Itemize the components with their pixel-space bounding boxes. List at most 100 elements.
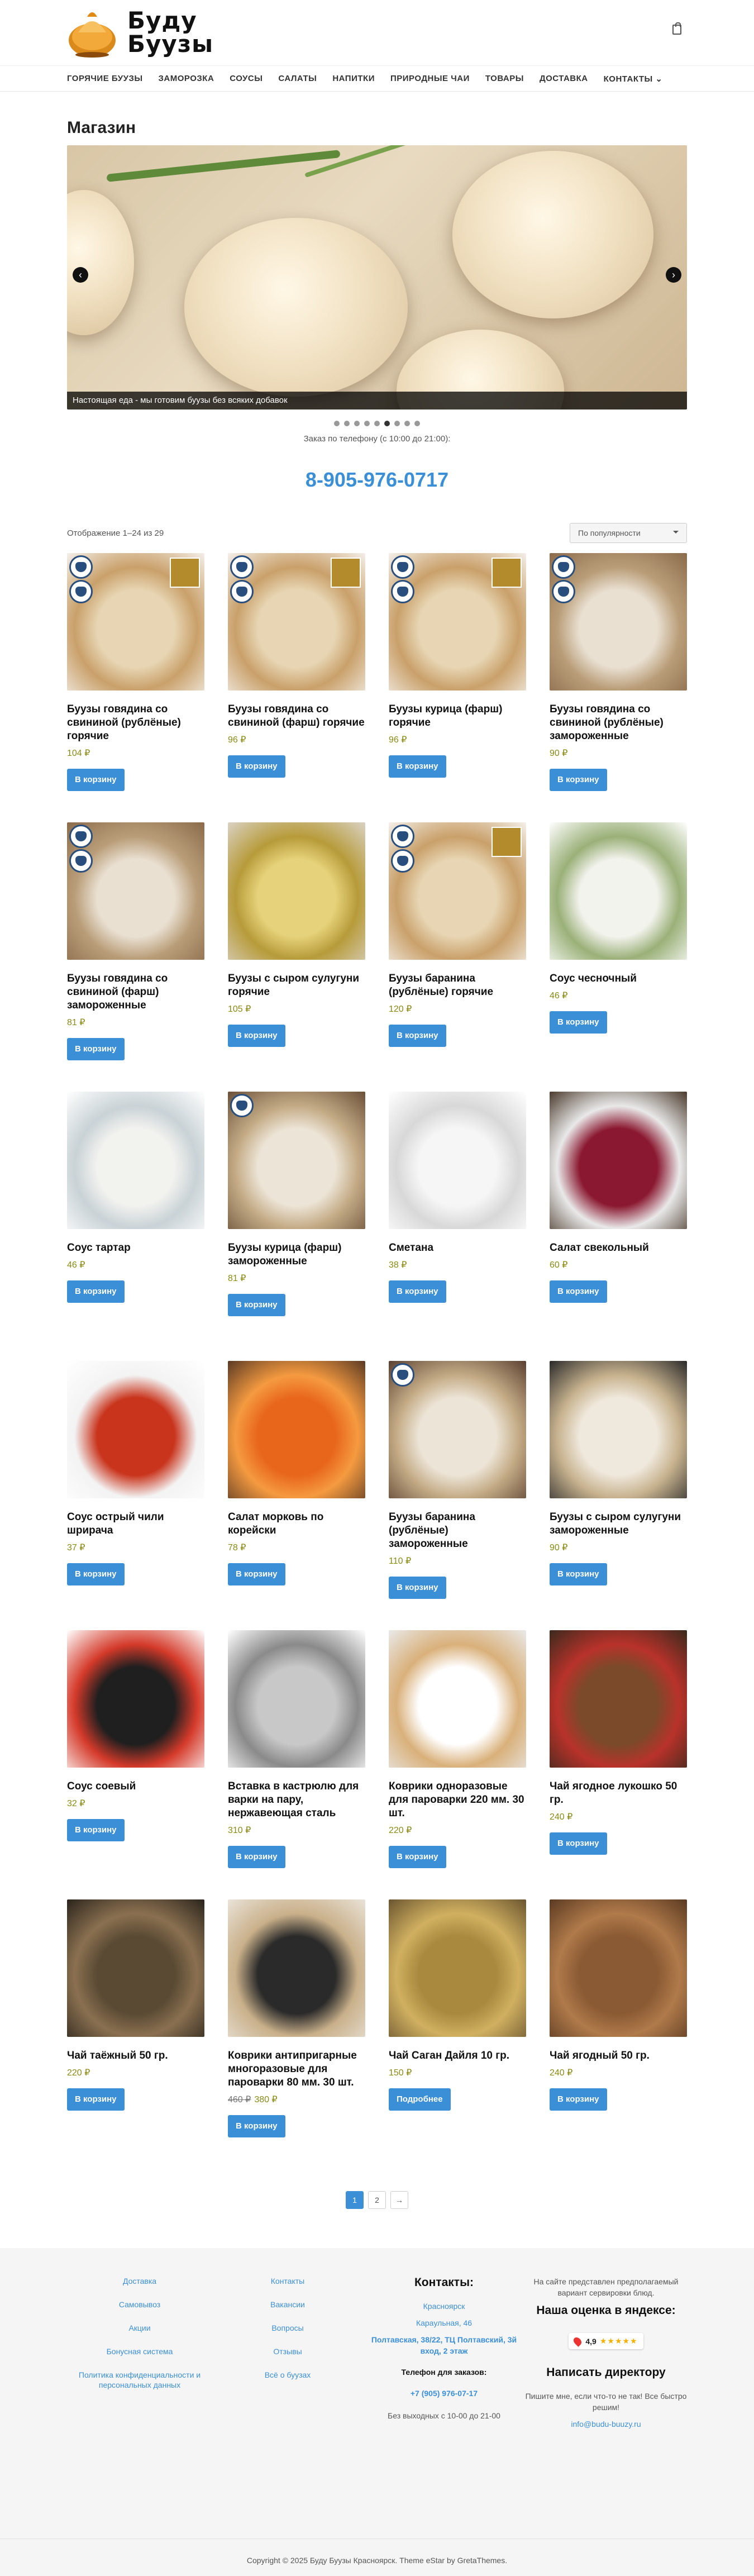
product-image[interactable] (67, 1899, 204, 2037)
footer-link[interactable]: Вопросы (212, 2323, 363, 2333)
product-name[interactable]: Коврики антипригарные многоразовые для п… (228, 2049, 365, 2089)
product-image[interactable] (67, 1361, 204, 1498)
nav-item-frozen[interactable]: ЗАМОРОЗКА (159, 74, 214, 83)
product-image[interactable] (67, 1630, 204, 1768)
product-name[interactable]: Буузы говядина со свининой (рублёные) го… (67, 703, 204, 743)
nav-item-sauces[interactable]: СОУСЫ (230, 74, 263, 83)
add-to-cart-button[interactable]: В корзину (550, 1011, 607, 1034)
add-to-cart-button[interactable]: Подробнее (389, 2088, 451, 2111)
product-name[interactable]: Соус соевый (67, 1780, 204, 1793)
slider-dot[interactable] (404, 421, 410, 426)
add-to-cart-button[interactable]: В корзину (67, 1038, 125, 1060)
page-next[interactable]: → (390, 2191, 408, 2209)
product-image[interactable] (550, 1899, 687, 2037)
product-name[interactable]: Чай таёжный 50 гр. (67, 2049, 204, 2063)
product-image[interactable] (389, 1361, 526, 1498)
add-to-cart-button[interactable]: В корзину (389, 1025, 446, 1047)
add-to-cart-button[interactable]: В корзину (389, 1846, 446, 1868)
product-image[interactable] (228, 1361, 365, 1498)
slider-dot[interactable] (414, 421, 420, 426)
add-to-cart-button[interactable]: В корзину (550, 1563, 607, 1585)
add-to-cart-button[interactable]: В корзину (389, 755, 446, 778)
add-to-cart-button[interactable]: В корзину (228, 1846, 285, 1868)
slider-dot[interactable] (344, 421, 350, 426)
nav-item-contacts[interactable]: КОНТАКТЫ ⌄ (604, 74, 663, 84)
add-to-cart-button[interactable]: В корзину (228, 755, 285, 778)
add-to-cart-button[interactable]: В корзину (67, 769, 125, 791)
product-name[interactable]: Соус тартар (67, 1241, 204, 1255)
product-image[interactable] (228, 822, 365, 960)
product-name[interactable]: Соус чесночный (550, 972, 687, 985)
product-image[interactable] (228, 553, 365, 691)
nav-item-hot-buuzy[interactable]: ГОРЯЧИЕ БУУЗЫ (67, 74, 143, 83)
add-to-cart-button[interactable]: В корзину (550, 1832, 607, 1855)
order-phone[interactable]: 8-905-976-0717 (67, 468, 687, 492)
add-to-cart-button[interactable]: В корзину (67, 1819, 125, 1841)
footer-link[interactable]: Бонусная система (67, 2346, 212, 2356)
product-image[interactable] (550, 822, 687, 960)
add-to-cart-button[interactable]: В корзину (550, 769, 607, 791)
footer-link[interactable]: Вакансии (212, 2299, 363, 2310)
slider-next-arrow-icon[interactable]: › (666, 267, 681, 283)
product-name[interactable]: Буузы с сыром сулугуни горячие (228, 972, 365, 999)
add-to-cart-button[interactable]: В корзину (389, 1280, 446, 1303)
slider-dot[interactable] (374, 421, 380, 426)
product-image[interactable] (67, 822, 204, 960)
hero-slider[interactable]: ‹ › Настоящая еда - мы готовим буузы без… (67, 145, 687, 410)
footer-link[interactable]: Отзывы (212, 2346, 363, 2356)
nav-item-delivery[interactable]: ДОСТАВКА (540, 74, 588, 83)
site-logo[interactable]: Буду Буузы (67, 6, 213, 59)
footer-link[interactable]: Доставка (67, 2276, 212, 2286)
slider-dot[interactable] (364, 421, 370, 426)
slider-prev-arrow-icon[interactable]: ‹ (73, 267, 88, 283)
product-name[interactable]: Чай Саган Дайля 10 гр. (389, 2049, 526, 2063)
slider-dot[interactable] (334, 421, 340, 426)
product-name[interactable]: Буузы с сыром сулугуни замороженные (550, 1511, 687, 1537)
add-to-cart-button[interactable]: В корзину (228, 1294, 285, 1316)
add-to-cart-button[interactable]: В корзину (550, 2088, 607, 2111)
product-image[interactable] (389, 1899, 526, 2037)
contacts-address[interactable]: Карaульная, 46 (363, 2317, 525, 2329)
product-image[interactable] (228, 1630, 365, 1768)
contacts-city[interactable]: Красноярск (363, 2301, 525, 2312)
product-name[interactable]: Буузы говядина со свининой (рублёные) за… (550, 703, 687, 743)
add-to-cart-button[interactable]: В корзину (67, 2088, 125, 2111)
add-to-cart-button[interactable]: В корзину (228, 1563, 285, 1585)
slider-dot[interactable] (394, 421, 400, 426)
product-name[interactable]: Салат свекольный (550, 1241, 687, 1255)
product-name[interactable]: Вставка в кастрюлю для варки на пару, не… (228, 1780, 365, 1820)
product-image[interactable] (389, 822, 526, 960)
footer-link[interactable]: Самовывоз (67, 2299, 212, 2310)
add-to-cart-button[interactable]: В корзину (228, 1025, 285, 1047)
product-name[interactable]: Коврики одноразовые для пароварки 220 мм… (389, 1780, 526, 1820)
add-to-cart-button[interactable]: В корзину (67, 1280, 125, 1303)
product-name[interactable]: Буузы баранина (рублёные) замороженные (389, 1511, 526, 1551)
yandex-rating-widget[interactable]: 4,9 ★★★★★ (569, 2333, 643, 2349)
product-image[interactable] (550, 1361, 687, 1498)
footer-link[interactable]: Политика конфиденциальности и персональн… (67, 2370, 212, 2390)
product-image[interactable] (67, 1092, 204, 1229)
footer-link[interactable]: Акции (67, 2323, 212, 2333)
product-image[interactable] (550, 1092, 687, 1229)
product-image[interactable] (228, 1092, 365, 1229)
product-name[interactable]: Салат морковь по корейски (228, 1511, 365, 1537)
product-name[interactable]: Буузы курица (фарш) горячие (389, 703, 526, 730)
contacts-address[interactable]: Полтавская, 38/22, ТЦ Полтавский, 3й вхо… (363, 2334, 525, 2356)
director-email[interactable]: info@budu-buuzy.ru (525, 2418, 687, 2430)
product-name[interactable]: Буузы курица (фарш) замороженные (228, 1241, 365, 1268)
product-image[interactable] (550, 553, 687, 691)
slider-dot-active[interactable] (384, 421, 390, 426)
product-name[interactable]: Буузы говядина со свининой (фарш) горячи… (228, 703, 365, 730)
sort-select[interactable]: По популярности (570, 523, 687, 543)
slider-dot[interactable] (354, 421, 360, 426)
add-to-cart-button[interactable]: В корзину (389, 1577, 446, 1599)
product-name[interactable]: Сметана (389, 1241, 526, 1255)
cart-icon[interactable] (672, 22, 681, 35)
contacts-phone[interactable]: +7 (905) 976-07-17 (363, 2388, 525, 2399)
product-name[interactable]: Буузы баранина (рублёные) горячие (389, 972, 526, 999)
product-image[interactable] (389, 1630, 526, 1768)
product-image[interactable] (550, 1630, 687, 1768)
page-1[interactable]: 1 (346, 2191, 364, 2209)
add-to-cart-button[interactable]: В корзину (550, 1280, 607, 1303)
product-image[interactable] (389, 553, 526, 691)
